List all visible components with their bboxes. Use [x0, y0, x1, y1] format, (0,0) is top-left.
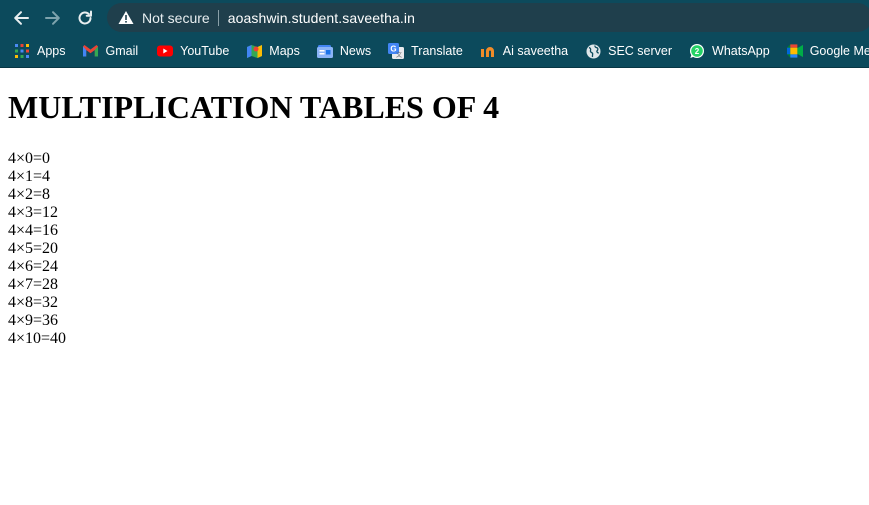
gmail-icon: [83, 43, 99, 59]
bookmark-whatsapp[interactable]: 2 WhatsApp: [685, 38, 774, 64]
table-line: 4×1=4: [8, 168, 51, 185]
back-button[interactable]: [5, 2, 37, 34]
reload-button[interactable]: [69, 2, 101, 34]
bookmark-label: YouTube: [180, 44, 230, 58]
arrow-left-icon: [12, 9, 30, 27]
bookmark-maps[interactable]: Maps: [242, 38, 304, 64]
google-meet-icon: [786, 43, 803, 59]
table-line: 4×2=8: [8, 186, 51, 203]
bookmark-youtube[interactable]: YouTube: [153, 38, 233, 64]
security-indicator[interactable]: Not secure: [142, 10, 210, 26]
bookmark-label: Translate: [411, 44, 463, 58]
table-line: 4×5=20: [8, 240, 59, 257]
news-icon: [316, 43, 333, 59]
reload-icon: [76, 9, 94, 27]
bookmark-label: News: [339, 44, 372, 58]
table-line: 4×10=40: [8, 330, 67, 347]
address-bar-divider: [217, 9, 219, 26]
address-bar[interactable]: Not secure aoashwin.student.saveetha.in: [107, 3, 869, 32]
url-text[interactable]: aoashwin.student.saveetha.in: [228, 10, 415, 26]
multiplication-table: 4×0=0 4×1=4 4×2=8 4×3=12 4×4=16 4×5=20 4…: [8, 150, 499, 348]
bookmarks-bar: Apps Gmail YouTube Maps News G文 Translat…: [0, 35, 869, 68]
forward-button[interactable]: [37, 2, 69, 34]
table-line: 4×4=16: [8, 222, 59, 239]
table-line: 4×3=12: [8, 204, 59, 221]
arrow-right-icon: [44, 9, 62, 27]
bookmark-translate[interactable]: G文 Translate: [384, 38, 467, 64]
warning-triangle-icon: [118, 10, 134, 26]
table-line: 4×0=0: [8, 150, 51, 167]
bookmark-apps[interactable]: Apps: [10, 38, 70, 64]
bookmark-label: Google Meet: [809, 44, 869, 58]
translate-icon: G文: [388, 43, 405, 59]
table-line: 4×8=32: [8, 294, 59, 311]
table-line: 4×6=24: [8, 258, 59, 275]
bookmark-label: WhatsApp: [712, 44, 770, 58]
ai-saveetha-icon: [480, 43, 496, 59]
bookmark-label: Apps: [37, 44, 66, 58]
bookmark-google-meet[interactable]: Google Meet: [783, 38, 869, 64]
globe-icon: [585, 43, 601, 59]
table-line: 4×7=28: [8, 276, 59, 293]
bookmark-news[interactable]: News: [313, 38, 375, 64]
bookmark-sec-server[interactable]: SEC server: [581, 38, 676, 64]
youtube-icon: [157, 43, 174, 59]
browser-toolbar: Not secure aoashwin.student.saveetha.in: [0, 0, 869, 35]
maps-icon: [246, 43, 262, 59]
bookmark-gmail[interactable]: Gmail: [79, 38, 143, 64]
bookmark-ai-saveetha[interactable]: Ai saveetha: [476, 38, 572, 64]
apps-grid-icon: [14, 43, 30, 59]
table-line: 4×9=36: [8, 312, 59, 329]
svg-text:文: 文: [396, 51, 402, 59]
page-content: MULTIPLICATION TABLES OF 4 4×0=0 4×1=4 4…: [8, 68, 499, 348]
svg-text:2: 2: [695, 47, 700, 56]
bookmark-label: Maps: [269, 44, 300, 58]
page-heading: MULTIPLICATION TABLES OF 4: [8, 89, 500, 125]
bookmark-label: SEC server: [608, 44, 673, 58]
bookmark-label: Ai saveetha: [502, 44, 569, 58]
whatsapp-icon: 2: [689, 43, 705, 59]
bookmark-label: Gmail: [105, 44, 139, 58]
